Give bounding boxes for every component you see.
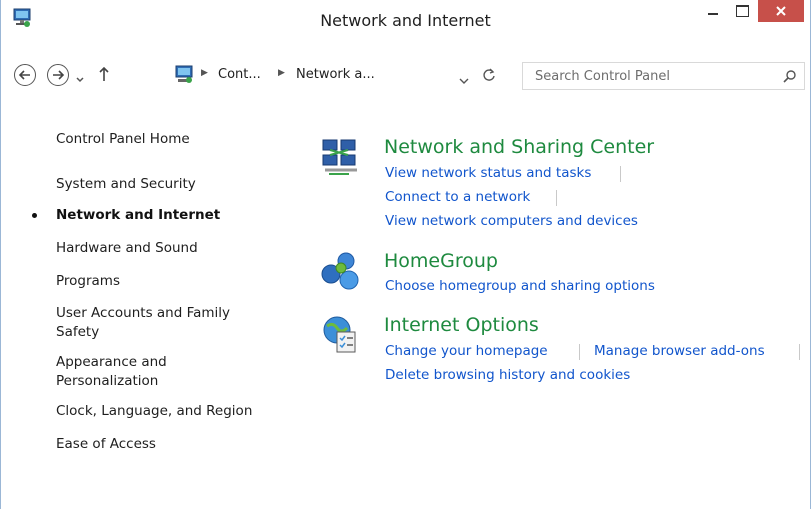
active-indicator-bullet	[32, 213, 37, 218]
up-button[interactable]	[97, 66, 111, 86]
back-arrow-icon	[18, 70, 30, 80]
refresh-icon	[483, 68, 495, 81]
back-button[interactable]	[14, 64, 36, 86]
category-title-network-sharing-center[interactable]: Network and Sharing Center	[384, 136, 654, 158]
link-connect-to-network[interactable]: Connect to a network	[385, 189, 530, 205]
maximize-button[interactable]	[728, 0, 756, 22]
forward-button[interactable]	[47, 64, 69, 86]
breadcrumb-network-and-internet[interactable]: Network a...	[296, 67, 375, 82]
sidebar-item-user-accounts[interactable]: User Accounts and Family Safety	[56, 304, 256, 342]
recent-locations-button[interactable]	[75, 69, 85, 88]
search-icon[interactable]	[783, 69, 797, 83]
category-title-internet-options[interactable]: Internet Options	[384, 314, 539, 336]
search-box[interactable]	[522, 62, 805, 90]
refresh-button[interactable]	[482, 67, 496, 86]
window-title: Network and Internet	[320, 11, 491, 30]
network-sharing-center-icon[interactable]	[319, 136, 363, 180]
sidebar-item-system-and-security[interactable]: System and Security	[56, 175, 286, 194]
homegroup-icon[interactable]	[319, 250, 363, 294]
sidebar-item-clock-language-region[interactable]: Clock, Language, and Region	[56, 402, 286, 421]
forward-arrow-icon	[53, 70, 65, 80]
breadcrumb-separator-icon[interactable]: ▶	[278, 68, 285, 78]
link-view-network-computers[interactable]: View network computers and devices	[385, 213, 638, 229]
link-separator	[556, 190, 557, 206]
link-view-network-status[interactable]: View network status and tasks	[385, 165, 591, 181]
minimize-button[interactable]	[698, 0, 728, 22]
sidebar-item-ease-of-access[interactable]: Ease of Access	[56, 435, 286, 454]
address-dropdown-button[interactable]	[459, 70, 469, 89]
link-choose-homegroup-options[interactable]: Choose homegroup and sharing options	[385, 278, 655, 294]
close-button[interactable]	[758, 0, 804, 22]
search-input[interactable]	[523, 63, 773, 89]
link-change-homepage[interactable]: Change your homepage	[385, 343, 548, 359]
link-delete-browsing-history[interactable]: Delete browsing history and cookies	[385, 367, 630, 383]
internet-options-icon[interactable]	[319, 314, 363, 358]
sidebar-item-control-panel-home[interactable]: Control Panel Home	[56, 130, 286, 149]
title-bar[interactable]: Network and Internet	[1, 0, 810, 40]
category-title-homegroup[interactable]: HomeGroup	[384, 250, 498, 272]
up-arrow-icon	[99, 66, 109, 81]
sidebar-item-network-and-internet[interactable]: Network and Internet	[56, 206, 286, 225]
address-bar[interactable]: ▶ Cont... ▶ Network a...	[166, 62, 506, 88]
link-separator	[799, 344, 800, 360]
link-separator	[579, 344, 580, 360]
breadcrumb-separator-icon[interactable]: ▶	[201, 68, 208, 78]
control-panel-icon	[173, 64, 195, 86]
link-manage-browser-addons[interactable]: Manage browser add-ons	[594, 343, 765, 359]
sidebar-item-hardware-and-sound[interactable]: Hardware and Sound	[56, 239, 286, 258]
navigation-bar: ▶ Cont... ▶ Network a...	[1, 60, 810, 94]
breadcrumb-control-panel[interactable]: Cont...	[218, 67, 261, 82]
control-panel-window: Network and Internet ▶ Cont... ▶ Network…	[0, 0, 811, 509]
close-icon	[776, 6, 786, 16]
link-separator	[620, 166, 621, 182]
sidebar-item-appearance[interactable]: Appearance and Personalization	[56, 353, 206, 391]
chevron-down-icon	[459, 78, 469, 84]
recent-dropdown-icon	[76, 77, 84, 83]
sidebar-item-programs[interactable]: Programs	[56, 272, 286, 291]
